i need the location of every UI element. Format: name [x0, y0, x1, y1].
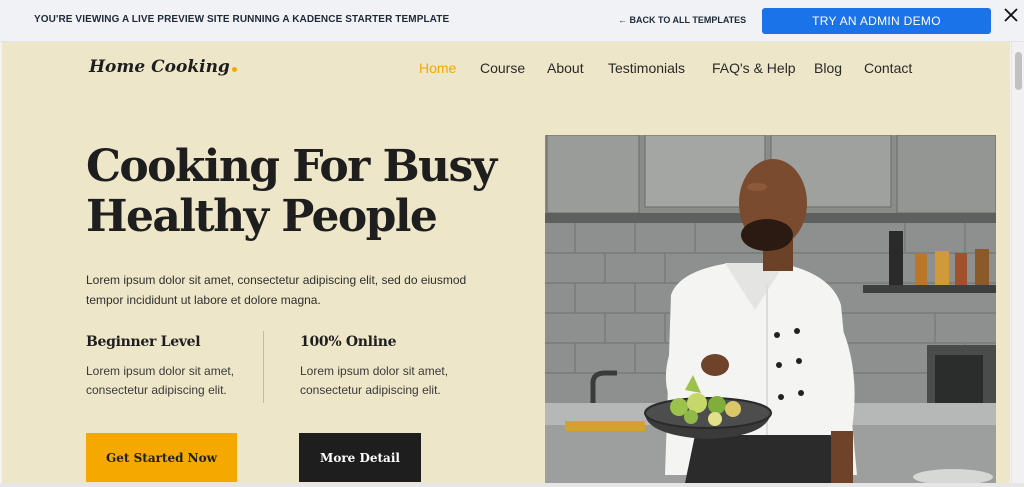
page-scrollbar[interactable] [1011, 42, 1024, 483]
feature-divider [263, 331, 264, 403]
feature-text: Lorem ipsum dolor sit amet, consectetur … [86, 364, 235, 397]
nav-faq-help[interactable]: FAQ's & Help [712, 60, 796, 76]
back-to-templates-link[interactable]: ← BACK TO ALL TEMPLATES [618, 15, 746, 25]
feature-online: 100% Online Lorem ipsum dolor sit amet, … [300, 334, 500, 400]
close-icon[interactable] [1001, 5, 1021, 25]
preview-bar: YOU'RE VIEWING A LIVE PREVIEW SITE RUNNI… [0, 0, 1024, 42]
nav-course[interactable]: Course [480, 60, 525, 76]
nav-contact[interactable]: Contact [864, 60, 912, 76]
site-page: Home Cooking Home Course About Testimoni… [2, 42, 1010, 483]
hero-title-line1: Cooking For Busy [86, 141, 497, 192]
hero-description: Lorem ipsum dolor sit amet, consectetur … [86, 273, 467, 307]
main-nav: Home Course About Testimonials FAQ's & H… [2, 60, 1010, 80]
nav-home[interactable]: Home [419, 60, 456, 76]
feature-title: 100% Online [300, 334, 397, 350]
more-detail-button[interactable]: More Detail [299, 433, 421, 482]
hero-chef-image [545, 135, 996, 483]
nav-about[interactable]: About [547, 60, 584, 76]
feature-text: Lorem ipsum dolor sit amet, consectetur … [300, 364, 449, 397]
try-admin-demo-button[interactable]: TRY AN ADMIN DEMO [762, 8, 991, 34]
preview-message: YOU'RE VIEWING A LIVE PREVIEW SITE RUNNI… [34, 14, 450, 25]
get-started-button[interactable]: Get Started Now [86, 433, 237, 482]
feature-beginner: Beginner Level Lorem ipsum dolor sit ame… [86, 334, 286, 400]
nav-testimonials[interactable]: Testimonials [608, 60, 685, 76]
feature-title: Beginner Level [86, 334, 201, 350]
hero-title-line2: Healthy People [86, 191, 438, 242]
hero-title: Cooking For Busy Healthy People [86, 142, 506, 242]
nav-blog[interactable]: Blog [814, 60, 842, 76]
bottom-edge [0, 483, 1024, 487]
scrollbar-thumb[interactable] [1015, 52, 1022, 90]
